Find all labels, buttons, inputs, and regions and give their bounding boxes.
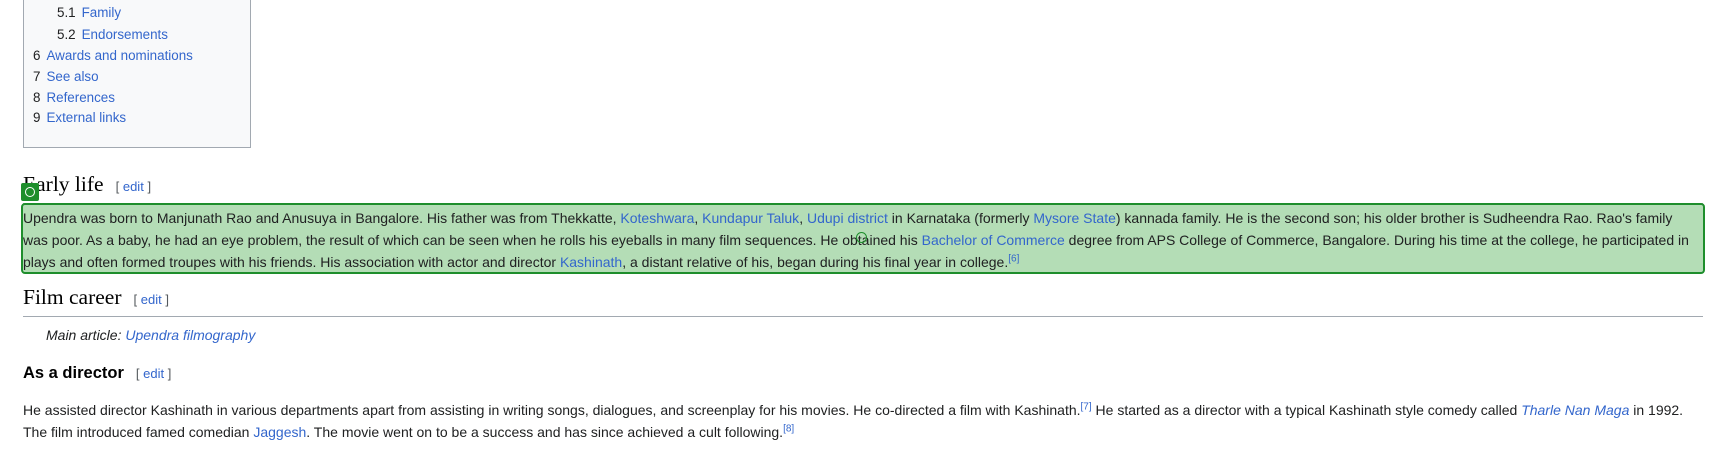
main-article-hatnote: Main article: Upendra filmography [46,327,255,343]
toc-item[interactable]: 5.1 Family [57,2,121,25]
toc-item-link[interactable]: Awards and nominations [46,48,192,63]
as-director-edit: [ edit ] [135,366,172,381]
early-life-heading: Early life[ edit ] [23,170,1703,204]
toc-item-number: 6 [33,48,41,63]
citation: [6] [1008,253,1019,264]
toc-item-link[interactable]: See also [46,69,98,84]
as-director-heading: As a director [ edit ] [23,364,171,383]
text-run: He started as a director with a typical … [1091,402,1522,418]
toc-item[interactable]: 7 See also [33,66,99,89]
toc-item[interactable]: 5.2 Endorsements [57,24,168,47]
upendra-filmography-link[interactable]: Upendra filmography [125,327,255,343]
text-run: , [799,210,807,226]
wiki-link[interactable]: Mysore State [1033,210,1115,226]
wiki-link[interactable]: Kundapur Taluk [702,210,799,226]
target-marker-icon [21,183,39,201]
text-run: , a distant relative of his, began durin… [622,254,1009,270]
text-run: , [694,210,703,226]
toc-item-link[interactable]: Family [82,5,121,20]
citation-link[interactable]: [8] [783,423,794,434]
film-career-heading: Film career [ edit ] [23,283,1703,317]
toc-item-number: 8 [33,90,41,105]
text-run: Upendra was born to Manjunath Rao and An… [23,210,621,226]
citation: [8] [783,423,794,434]
early-life-edit-link[interactable]: edit [123,179,144,194]
wiki-link[interactable]: Tharle Nan Maga [1521,402,1629,418]
toc-item[interactable]: 9 External links [33,107,126,130]
table-of-contents: 5.1 Family 5.2 Endorsements 6 Awards and nomi… [23,0,251,148]
toc-item-link[interactable]: References [46,90,114,105]
text-run: . The movie went on to be a success and … [306,424,784,440]
toc-item-link[interactable]: Endorsements [82,27,168,42]
wiki-link[interactable]: Udupi district [807,210,888,226]
wiki-link[interactable]: Bachelor of Commerce [922,232,1065,248]
wiki-link[interactable]: Koteshwara [620,210,694,226]
toc-item-number: 5.1 [57,5,76,20]
text-run: in Karnataka (formerly [887,210,1034,226]
film-career-edit-link[interactable]: edit [141,292,162,307]
toc-item-number: 5.2 [57,27,76,42]
citation: [7] [1081,401,1092,412]
film-career-edit: [ edit ] [133,292,169,307]
hatnote-prefix: Main article: [46,327,126,343]
text-run: He assisted director Kashinath in variou… [23,402,1081,418]
citation-link[interactable]: [7] [1081,401,1092,412]
as-director-paragraph: He assisted director Kashinath in variou… [23,399,1701,443]
citation-link[interactable]: [6] [1008,253,1019,264]
toc-item-number: 9 [33,110,41,125]
toc-item-link[interactable]: External links [46,110,126,125]
toc-item-number: 7 [33,69,41,84]
as-director-edit-link[interactable]: edit [143,366,164,381]
wiki-link[interactable]: Jaggesh [253,424,306,440]
wiki-link[interactable]: Kashinath [560,254,622,270]
film-career-title: Film career [23,285,122,309]
as-director-title: As a director [23,364,124,382]
toc-item[interactable]: 6 Awards and nominations [33,45,193,68]
crosshair-icon [856,232,867,243]
early-life-edit: [ edit ] [115,179,152,194]
